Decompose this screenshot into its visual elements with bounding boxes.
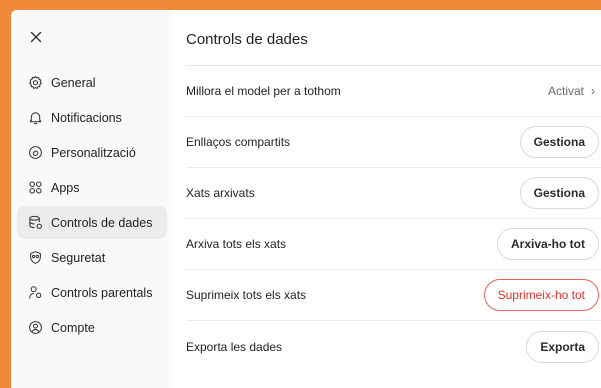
manage-archived-chats-button[interactable]: Gestiona	[519, 177, 599, 209]
setting-row-export-data: Exporta les dades Exporta	[186, 321, 601, 372]
sidebar-item-notifications[interactable]: Notificacions	[17, 101, 167, 134]
sidebar-item-account[interactable]: Compte	[17, 311, 167, 344]
sidebar-item-label: Controls de dades	[51, 215, 153, 230]
account-icon	[27, 320, 43, 336]
personalize-icon	[27, 145, 43, 161]
setting-label: Millora el model per a tothom	[186, 84, 341, 98]
sidebar-item-label: General	[51, 75, 96, 90]
setting-row-archive-all: Arxiva tots els xats Arxiva-ho tot	[186, 219, 601, 270]
close-button[interactable]	[26, 27, 46, 47]
database-icon	[27, 215, 43, 231]
setting-label: Suprimeix tots els xats	[186, 288, 307, 302]
settings-dialog: General Notificacions Personalització Ap…	[11, 10, 601, 388]
sidebar-item-label: Notificacions	[51, 110, 122, 125]
sidebar-item-apps[interactable]: Apps	[17, 171, 167, 204]
settings-nav: General Notificacions Personalització Ap…	[17, 66, 167, 346]
improve-model-toggle-link[interactable]: Activat ›	[548, 84, 599, 98]
setting-label: Enllaços compartits	[186, 135, 291, 149]
manage-shared-links-button[interactable]: Gestiona	[519, 126, 599, 158]
delete-all-button[interactable]: Suprimeix-ho tot	[483, 279, 599, 311]
setting-row-improve-model: Millora el model per a tothom Activat ›	[186, 66, 601, 117]
sidebar-item-label: Controls parentals	[51, 285, 153, 300]
sidebar-item-label: Seguretat	[51, 250, 106, 265]
sidebar-item-personalization[interactable]: Personalització	[17, 136, 167, 169]
export-button[interactable]: Exporta	[526, 330, 599, 363]
sidebar-item-general[interactable]: General	[17, 66, 167, 99]
shield-icon	[27, 250, 43, 266]
setting-label: Arxiva tots els xats	[186, 237, 287, 251]
close-icon	[30, 31, 42, 43]
settings-list: Millora el model per a tothom Activat › …	[186, 66, 601, 372]
sidebar-item-label: Compte	[51, 320, 95, 335]
settings-sidebar: General Notificacions Personalització Ap…	[11, 10, 171, 388]
page-title: Controls de dades	[186, 31, 308, 48]
sidebar-item-label: Apps	[51, 180, 80, 195]
setting-row-delete-all: Suprimeix tots els xats Suprimeix-ho tot	[186, 270, 601, 321]
archive-all-button[interactable]: Arxiva-ho tot	[496, 228, 599, 260]
parental-icon	[27, 285, 43, 301]
sidebar-item-security[interactable]: Seguretat	[17, 241, 167, 274]
setting-status: Activat	[547, 84, 584, 98]
sidebar-item-data-controls[interactable]: Controls de dades	[17, 206, 167, 239]
gear-icon	[27, 75, 43, 91]
settings-content: Controls de dades Millora el model per a…	[171, 10, 601, 388]
sidebar-item-parental-controls[interactable]: Controls parentals	[17, 276, 167, 309]
sidebar-item-label: Personalització	[51, 145, 136, 160]
chevron-right-icon: ›	[591, 84, 595, 98]
setting-row-archived-chats: Xats arxivats Gestiona	[186, 168, 601, 219]
bell-icon	[27, 110, 43, 126]
setting-label: Xats arxivats	[186, 186, 255, 200]
apps-grid-icon	[27, 180, 43, 196]
setting-row-shared-links: Enllaços compartits Gestiona	[186, 117, 601, 168]
setting-label: Exporta les dades	[186, 339, 283, 354]
